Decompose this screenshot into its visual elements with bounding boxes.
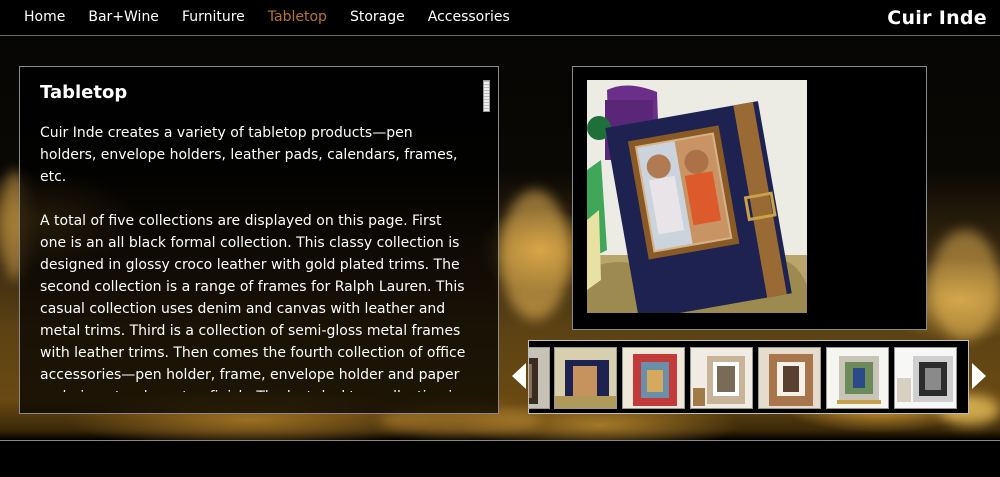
featured-image-panel — [572, 66, 927, 330]
thumbnail-3[interactable] — [690, 347, 753, 409]
main-nav: Home Bar+Wine Furniture Tabletop Storage Acce… — [24, 9, 510, 25]
intro-paragraph: Cuir Inde creates a variety of tabletop … — [40, 125, 458, 185]
framed-photo-image — [587, 80, 807, 313]
thumbnail-5[interactable] — [826, 347, 889, 409]
scrollbar[interactable] — [483, 80, 490, 400]
nav-link-home[interactable]: Home — [24, 9, 65, 25]
content-panel: Tabletop Cuir Inde creates a variety of … — [19, 66, 499, 414]
page-title: Tabletop — [40, 82, 128, 103]
collections-paragraph: A total of five collections are displaye… — [40, 213, 466, 392]
thumbnail-1[interactable] — [554, 347, 617, 409]
thumbnail-2[interactable] — [622, 347, 685, 409]
nav-link-accessories[interactable]: Accessories — [428, 9, 510, 25]
thumbnail-4[interactable] — [758, 347, 821, 409]
nav-link-bar-wine[interactable]: Bar+Wine — [88, 9, 159, 25]
thumbnail-strip — [528, 340, 969, 414]
thumbnails-prev-arrow-icon[interactable] — [512, 363, 526, 389]
nav-link-furniture[interactable]: Furniture — [182, 9, 245, 25]
nav-link-tabletop[interactable]: Tabletop — [268, 9, 327, 25]
brand-logo[interactable]: Cuir Inde — [887, 7, 987, 29]
content-scroll-area[interactable]: Tabletop Cuir Inde creates a variety of … — [40, 82, 470, 392]
thumbnail-6[interactable] — [894, 347, 957, 409]
thumbnail-partial[interactable] — [529, 347, 550, 409]
scrollbar-thumb[interactable] — [483, 80, 490, 112]
top-nav-bar: Home Bar+Wine Furniture Tabletop Storage Acce… — [0, 0, 1000, 36]
nav-link-storage[interactable]: Storage — [350, 9, 405, 25]
footer-bar — [0, 441, 1000, 477]
thumbnails-next-arrow-icon[interactable] — [972, 363, 986, 389]
